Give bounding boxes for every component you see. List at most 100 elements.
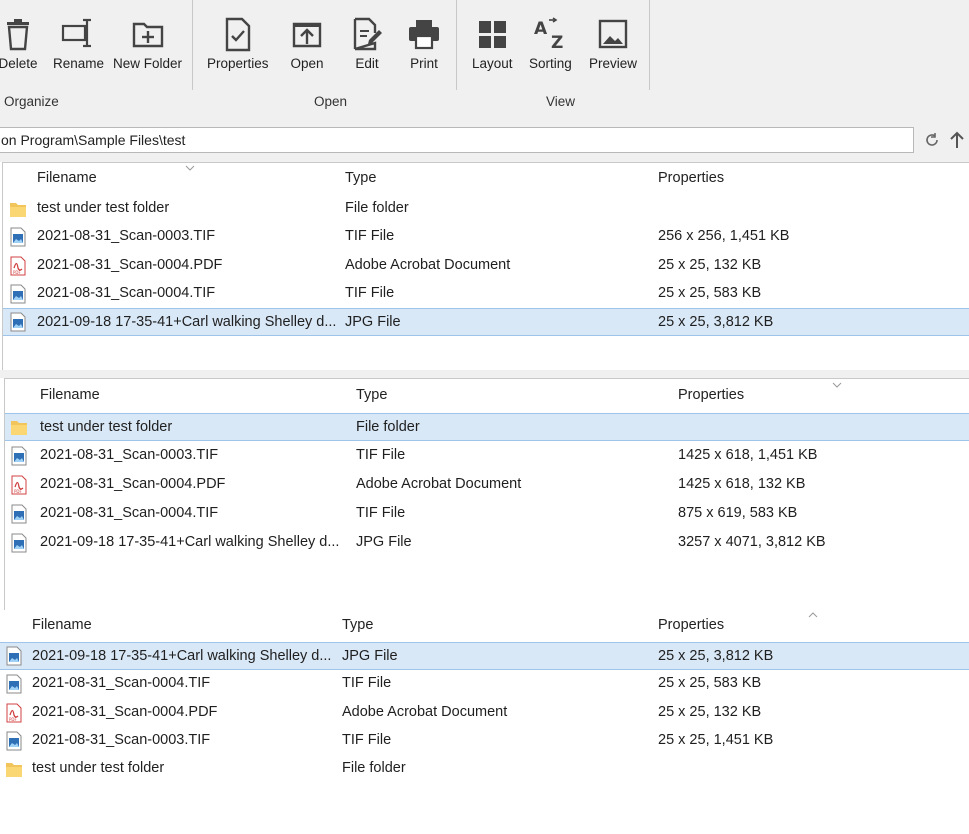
layout-grid-icon xyxy=(474,14,510,54)
address-path-input[interactable]: on Program\Sample Files\test xyxy=(0,127,914,153)
type-cell: File folder xyxy=(345,200,409,216)
refresh-icon xyxy=(926,133,938,146)
image-file-icon xyxy=(10,504,28,524)
file-row[interactable]: 2021-08-31_Scan-0003.TIF TIF File 25 x 25,… xyxy=(0,727,969,755)
open-icon xyxy=(289,14,325,54)
column-header-properties[interactable]: Properties xyxy=(658,170,724,186)
column-header-filename[interactable]: Filename xyxy=(37,170,97,186)
column-header-type[interactable]: Type xyxy=(356,387,387,403)
file-row[interactable]: 2021-09-18 17-35-41+Carl walking Shelley… xyxy=(0,642,969,670)
svg-text:Z: Z xyxy=(551,33,563,52)
pdf-file-icon: PDF xyxy=(9,256,27,276)
type-cell: Adobe Acrobat Document xyxy=(345,256,511,273)
pdf-file-icon: PDF xyxy=(10,475,28,495)
new-folder-label: New Folder xyxy=(113,56,183,71)
type-cell: TIF File xyxy=(356,505,406,521)
column-header-filename[interactable]: Filename xyxy=(32,617,92,633)
file-row[interactable]: PDF 2021-08-31_Scan-0004.PDF Adobe Acrobat… xyxy=(5,471,969,499)
column-header-row: Filename Type Properties xyxy=(5,382,969,410)
filename-cell: test under test folder xyxy=(40,419,173,435)
file-row[interactable]: 2021-08-31_Scan-0004.TIF TIF File 25 x 25,… xyxy=(3,280,969,308)
new-folder-icon xyxy=(128,14,168,54)
column-header-properties[interactable]: Properties xyxy=(658,617,724,633)
column-header-properties[interactable]: Properties xyxy=(678,387,744,403)
properties-button[interactable]: Properties xyxy=(207,14,269,71)
layout-label: Layout xyxy=(472,56,513,71)
file-row[interactable]: PDF 2021-08-31_Scan-0004.PDF Adobe Acrobat… xyxy=(0,699,969,727)
filename-cell: 2021-08-31_Scan-0003.TIF xyxy=(32,731,211,748)
type-cell: File folder xyxy=(356,419,420,435)
refresh-button[interactable] xyxy=(922,130,942,150)
image-file-icon xyxy=(5,646,23,666)
column-header-filename[interactable]: Filename xyxy=(40,387,100,403)
file-row[interactable]: 2021-08-31_Scan-0003.TIF TIF File 1425 x 6… xyxy=(5,442,969,470)
file-list-pane-2[interactable]: Filename Type Properties test under test… xyxy=(4,378,969,610)
type-cell: Adobe Acrobat Document xyxy=(356,476,522,492)
svg-text:PDF: PDF xyxy=(9,717,17,722)
column-header-type[interactable]: Type xyxy=(342,617,373,633)
edit-button[interactable]: Edit xyxy=(351,14,383,71)
filename-cell: 2021-09-18 17-35-41+Carl walking Shelley… xyxy=(32,648,332,664)
file-row[interactable]: test under test folder File folder xyxy=(0,755,969,783)
pdf-file-icon: PDF xyxy=(5,703,23,723)
file-row[interactable]: PDF 2021-08-31_Scan-0004.PDF Adobe Acrobat… xyxy=(3,252,969,280)
file-row[interactable]: 2021-08-31_Scan-0003.TIF TIF File 256 x 25… xyxy=(3,223,969,251)
group-label-view: View xyxy=(546,94,576,109)
properties-cell: 25 x 25, 583 KB xyxy=(658,675,762,692)
preview-button[interactable]: Preview xyxy=(589,14,637,71)
filename-cell: 2021-08-31_Scan-0004.PDF xyxy=(40,476,226,492)
file-list-pane-3[interactable]: Filename Type Properties 2021-09-18 17-3… xyxy=(0,610,969,834)
rename-button[interactable]: Rename xyxy=(53,14,104,71)
group-label-open: Open xyxy=(314,94,348,109)
delete-button[interactable]: Delete xyxy=(0,14,38,71)
properties-cell: 25 x 25, 583 KB xyxy=(658,284,762,301)
sort-indicator-icon xyxy=(808,612,818,618)
image-file-icon xyxy=(5,731,23,751)
filename-cell: 2021-08-31_Scan-0004.TIF xyxy=(40,505,219,521)
trash-icon xyxy=(0,14,38,54)
file-list-pane-1[interactable]: Filename Type Properties test under test… xyxy=(2,162,969,370)
properties-cell: 25 x 25, 3,812 KB xyxy=(658,314,774,331)
type-cell: JPG File xyxy=(356,534,412,550)
file-row[interactable]: 2021-08-31_Scan-0004.TIF TIF File 25 x 25,… xyxy=(0,670,969,698)
filename-cell: test under test folder xyxy=(32,760,165,777)
rename-label: Rename xyxy=(53,56,105,71)
group-label-organize: Organize xyxy=(4,94,59,109)
edit-icon xyxy=(351,14,383,54)
properties-cell: 3257 x 4071, 3,812 KB xyxy=(678,534,826,550)
new-folder-button[interactable]: New Folder xyxy=(113,14,182,71)
column-header-type[interactable]: Type xyxy=(345,170,376,186)
file-row[interactable]: 2021-09-18 17-35-41+Carl walking Shelley… xyxy=(3,308,969,337)
pane-splitter[interactable] xyxy=(0,370,969,378)
printer-icon xyxy=(408,14,440,54)
file-row[interactable]: 2021-09-18 17-35-41+Carl walking Shelley… xyxy=(5,529,969,557)
open-label: Open xyxy=(290,56,324,71)
file-row[interactable]: test under test folder File folder xyxy=(3,195,969,223)
type-cell: TIF File xyxy=(356,447,406,463)
properties-cell: 875 x 619, 583 KB xyxy=(678,505,798,521)
address-bar-area: on Program\Sample Files\test xyxy=(0,126,969,162)
delete-label: Delete xyxy=(0,56,38,71)
sort-indicator-icon xyxy=(832,382,842,388)
rename-icon xyxy=(59,14,99,54)
open-button[interactable]: Open xyxy=(289,14,325,71)
filename-cell: 2021-08-31_Scan-0004.TIF xyxy=(37,284,216,301)
type-cell: TIF File xyxy=(342,731,392,748)
image-file-icon xyxy=(9,227,27,247)
svg-text:PDF: PDF xyxy=(13,270,21,275)
properties-cell: 1425 x 618, 132 KB xyxy=(678,476,806,492)
edit-label: Edit xyxy=(355,56,379,71)
sorting-button[interactable]: A Z Sorting xyxy=(529,14,572,71)
print-button[interactable]: Print xyxy=(408,14,440,71)
file-row[interactable]: test under test folder File folder xyxy=(5,413,969,441)
properties-cell: 25 x 25, 132 KB xyxy=(658,703,762,720)
type-cell: File folder xyxy=(342,760,406,777)
image-file-icon xyxy=(9,284,27,304)
layout-button[interactable]: Layout xyxy=(472,14,513,71)
file-row[interactable]: 2021-08-31_Scan-0004.TIF TIF File 875 x 61… xyxy=(5,500,969,528)
properties-cell: 25 x 25, 1,451 KB xyxy=(658,731,774,748)
type-cell: TIF File xyxy=(345,228,395,245)
type-cell: TIF File xyxy=(342,675,392,692)
arrow-up-icon xyxy=(950,131,964,148)
up-folder-button[interactable] xyxy=(947,130,967,150)
